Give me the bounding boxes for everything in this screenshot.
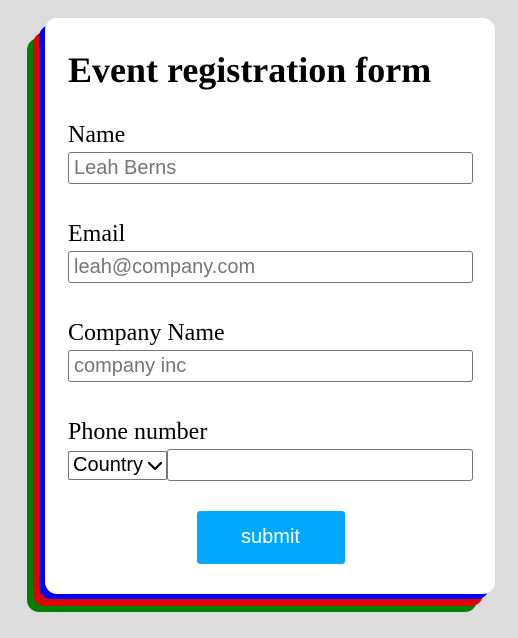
country-select-value: Country [73,453,144,476]
phone-row: Country [68,449,473,481]
company-name-input[interactable] [68,350,473,382]
country-select[interactable]: Country [68,450,168,480]
name-label: Name [68,122,126,148]
company-name-label: Company Name [68,320,225,346]
form-title: Event registration form [68,50,432,90]
name-input[interactable] [68,152,473,184]
submit-wrap: submit [68,511,473,564]
phone-number-input[interactable] [167,449,473,481]
email-input[interactable] [68,251,473,283]
submit-button[interactable]: submit [196,511,345,564]
chevron-down-icon [147,457,163,473]
email-label: Email [68,221,126,247]
phone-number-label: Phone number [68,419,208,445]
registration-card: Event registration form Name Email Compa… [45,18,495,594]
